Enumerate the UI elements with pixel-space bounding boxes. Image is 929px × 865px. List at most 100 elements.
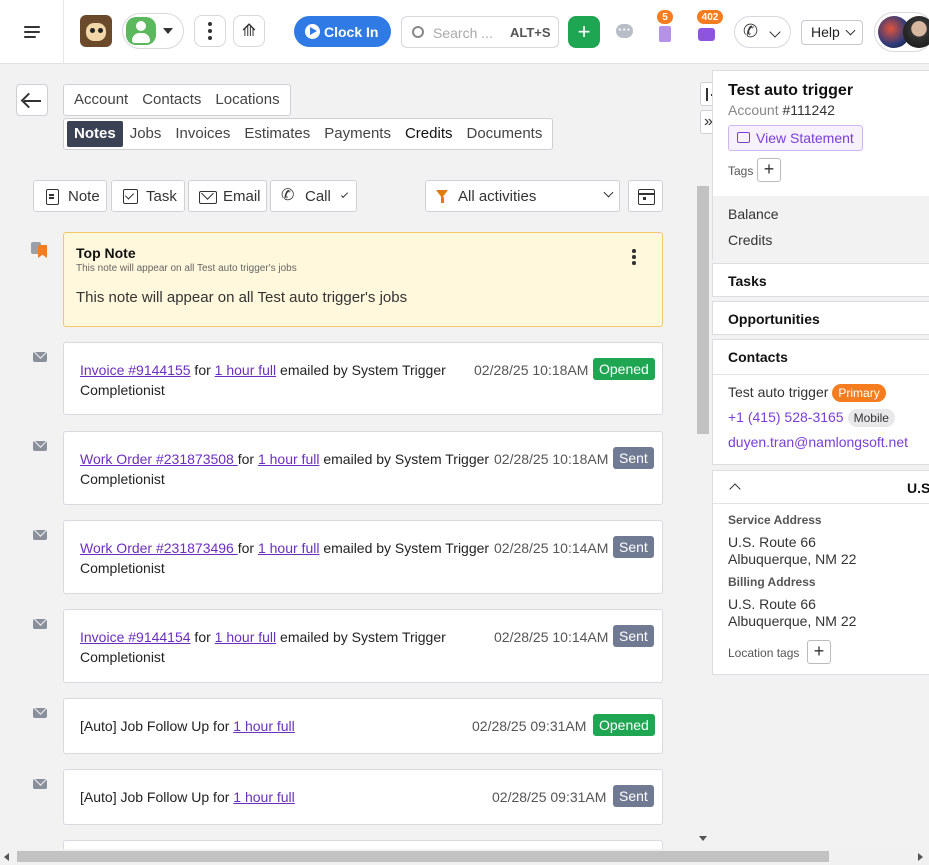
- text-for: for: [190, 629, 215, 645]
- kebab-menu-icon[interactable]: [632, 249, 636, 265]
- hamburger-menu-icon[interactable]: [0, 0, 64, 64]
- work-order-link[interactable]: Work Order #231873508: [80, 451, 238, 467]
- email-icon: [33, 530, 47, 542]
- activity-card: Work Order #231873508 for 1 hour full em…: [63, 431, 663, 505]
- account-number: Account #111242: [728, 102, 835, 118]
- kebab-icon: [208, 21, 212, 42]
- contacts-header[interactable]: Contacts: [728, 349, 788, 365]
- text-line2: Completionist: [80, 382, 165, 398]
- activity-text: Work Order #231873508 for 1 hour full em…: [80, 449, 490, 489]
- email-button[interactable]: Email: [188, 180, 267, 212]
- job-link[interactable]: 1 hour full: [215, 629, 276, 645]
- email-icon: [33, 352, 47, 364]
- status-badge: Sent: [613, 785, 654, 807]
- job-link[interactable]: 1 hour full: [233, 718, 294, 734]
- help-dropdown[interactable]: Help: [801, 20, 863, 45]
- search-shortcut: ALT+S: [510, 25, 551, 40]
- activity-text: Work Order #231873496 for 1 hour full em…: [80, 538, 490, 578]
- mail-icon: [199, 188, 217, 204]
- top-note-card: Top Note This note will appear on all Te…: [63, 232, 663, 327]
- plus-icon: +: [763, 159, 775, 179]
- tab-contacts[interactable]: Contacts: [135, 87, 208, 113]
- vertical-scrollbar-thumb[interactable]: [697, 186, 709, 434]
- clock-in-button[interactable]: Clock In: [294, 16, 391, 47]
- activity-time: 02/28/25 10:14AM: [494, 629, 609, 645]
- text-rest: emailed by System Trigger: [319, 540, 490, 556]
- tab-credits[interactable]: Credits: [398, 121, 460, 147]
- back-button[interactable]: [16, 84, 48, 116]
- tasks-header: Tasks: [728, 273, 767, 289]
- vertical-scrollbar[interactable]: [697, 64, 709, 849]
- wallet-icon: [737, 132, 750, 143]
- more-options-button[interactable]: [194, 15, 226, 47]
- chevron-down-icon: [845, 25, 856, 36]
- tab-locations[interactable]: Locations: [208, 87, 286, 113]
- add-task-button[interactable]: Task: [111, 180, 185, 212]
- app-logo[interactable]: [80, 15, 112, 47]
- credits-label: Credits: [728, 232, 773, 248]
- scroll-right-arrow-icon[interactable]: [918, 853, 923, 861]
- tab-invoices[interactable]: Invoices: [168, 121, 237, 147]
- tab-account[interactable]: Account: [67, 87, 135, 113]
- tasks-icon[interactable]: [656, 22, 676, 42]
- text-for: for: [190, 362, 215, 378]
- service-address[interactable]: U.S. Route 66 Albuquerque, NM 22: [728, 534, 856, 568]
- status-badge: Sent: [613, 447, 654, 469]
- email-icon: [33, 619, 47, 631]
- user-avatars[interactable]: [874, 12, 929, 52]
- tab-estimates[interactable]: Estimates: [237, 121, 317, 147]
- tab-jobs[interactable]: Jobs: [123, 121, 169, 147]
- scroll-down-arrow-icon[interactable]: [699, 836, 707, 841]
- add-location-tag-button[interactable]: +: [807, 640, 831, 664]
- phone-dropdown[interactable]: ✆: [734, 16, 791, 48]
- scroll-left-arrow-icon[interactable]: [4, 853, 9, 861]
- job-link[interactable]: 1 hour full: [258, 540, 319, 556]
- view-statement-button[interactable]: View Statement: [728, 125, 863, 151]
- activity-filter-dropdown[interactable]: All activities: [425, 180, 620, 212]
- account-number-value: #111242: [782, 102, 835, 118]
- search-input[interactable]: Search ... ALT+S: [401, 16, 559, 48]
- activity-card: Invoice #9144154 for 1 hour full emailed…: [63, 609, 663, 683]
- inbox-icon[interactable]: [697, 24, 717, 44]
- add-button[interactable]: +: [568, 16, 600, 48]
- top-note-body: This note will appear on all Test auto t…: [76, 289, 408, 306]
- tab-notes[interactable]: Notes: [67, 121, 123, 147]
- add-tag-button[interactable]: +: [757, 158, 781, 182]
- job-link[interactable]: 1 hour full: [258, 451, 319, 467]
- phone-link[interactable]: +1 (415) 528-3165: [728, 409, 844, 425]
- tab-documents[interactable]: Documents: [459, 121, 549, 147]
- note-icon: [44, 188, 60, 205]
- job-link[interactable]: 1 hour full: [233, 789, 294, 805]
- email-label: Email: [223, 187, 261, 205]
- service-address-label: Service Address: [728, 513, 822, 527]
- add-note-button[interactable]: Note: [33, 180, 107, 212]
- opportunities-section[interactable]: Opportunities: [712, 301, 929, 335]
- rocket-button[interactable]: ⟰: [233, 15, 265, 47]
- invoice-link[interactable]: Invoice #9144154: [80, 629, 191, 645]
- tasks-section[interactable]: Tasks: [712, 263, 929, 297]
- text-rest: emailed by System Trigger: [276, 629, 446, 645]
- email-link[interactable]: duyen.tran@namlongsoft.net: [728, 434, 908, 450]
- job-link[interactable]: 1 hour full: [215, 362, 276, 378]
- invoice-link[interactable]: Invoice #9144155: [80, 362, 191, 378]
- horizontal-scrollbar-thumb[interactable]: [17, 851, 829, 862]
- calendar-button[interactable]: [628, 180, 663, 212]
- primary-badge: Primary: [832, 384, 886, 402]
- work-order-link[interactable]: Work Order #231873496: [80, 540, 238, 556]
- balance-section: Balance Credits: [713, 196, 929, 262]
- call-dropdown[interactable]: ✆ Call: [270, 180, 357, 212]
- status-badge: Opened: [593, 358, 655, 380]
- chat-icon[interactable]: [614, 22, 634, 42]
- horizontal-scrollbar[interactable]: [0, 849, 929, 865]
- note-label: Note: [68, 187, 100, 205]
- activity-time: 02/28/25 09:31AM: [472, 718, 587, 734]
- user-status-dropdown[interactable]: [122, 13, 184, 49]
- customer-name: Test auto trigger: [728, 82, 854, 99]
- collapse-location-icon[interactable]: [729, 483, 741, 495]
- text-line2: Completionist: [80, 471, 165, 487]
- customer-summary-panel: Test auto trigger Account #111242 View S…: [712, 70, 929, 262]
- caret-down-icon: [163, 28, 173, 34]
- tab-payments[interactable]: Payments: [317, 121, 398, 147]
- mobile-badge: Mobile: [847, 409, 895, 427]
- search-icon: [412, 26, 424, 38]
